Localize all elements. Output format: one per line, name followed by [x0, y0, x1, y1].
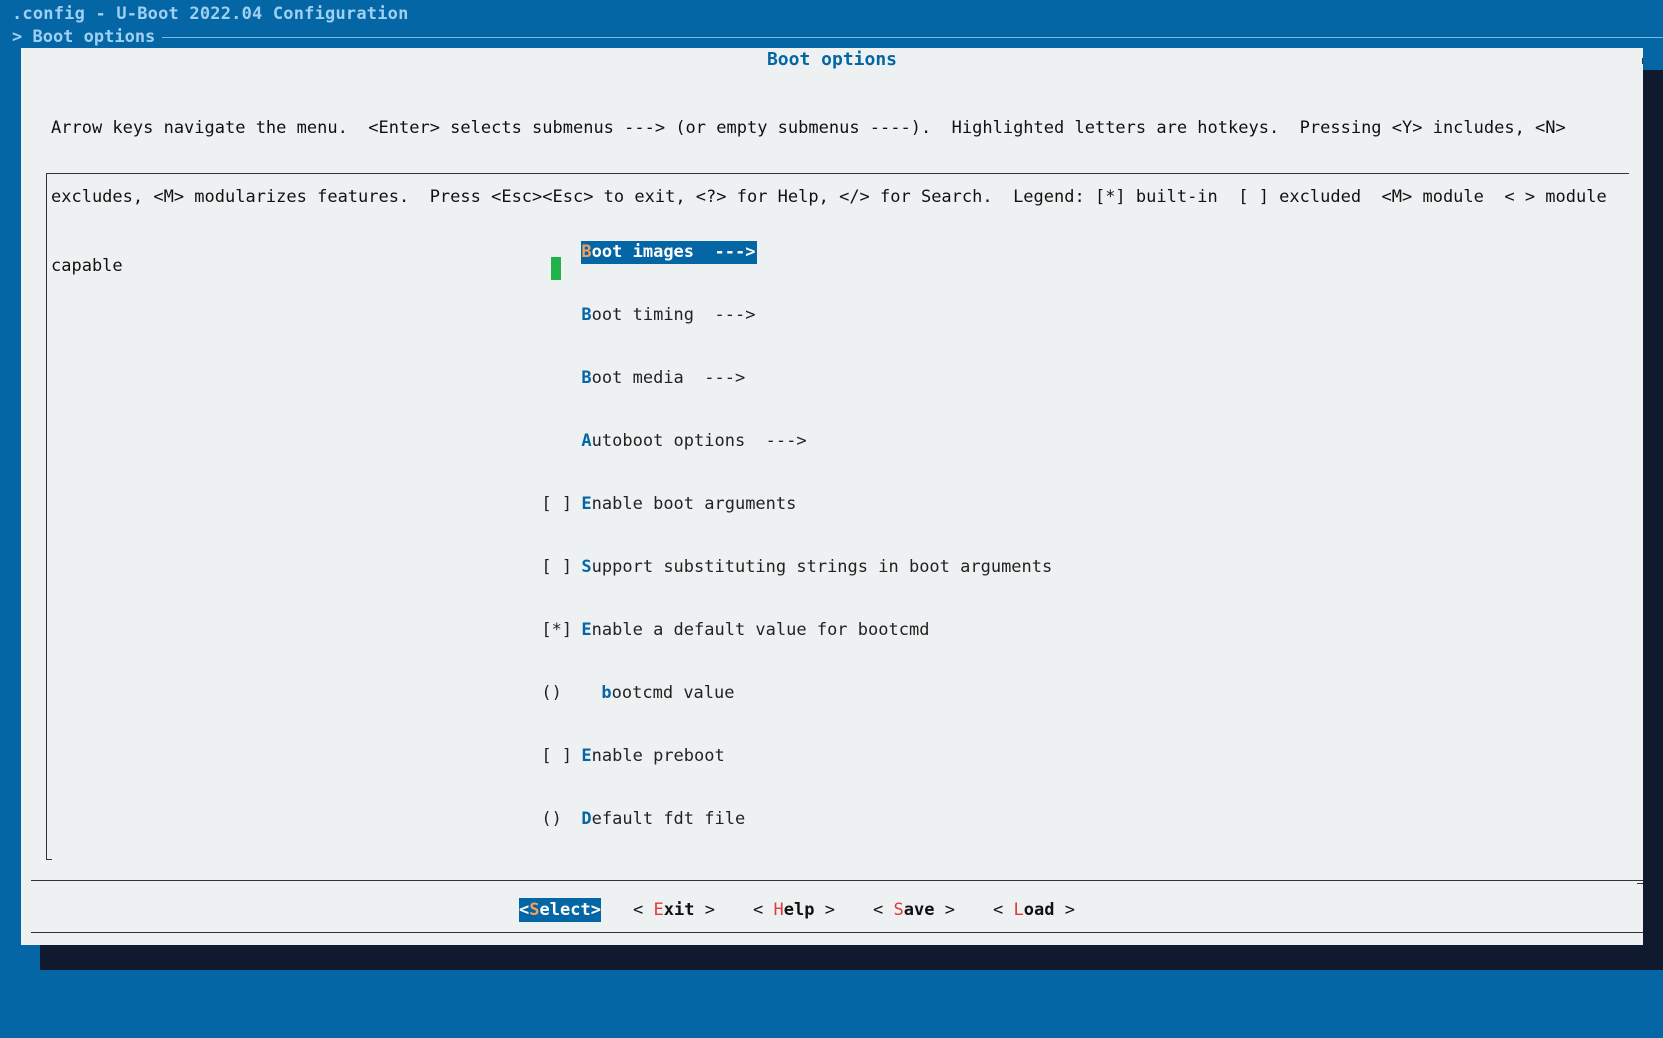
menu-item-hotkey: b — [601, 683, 612, 703]
dialog-bottom-border — [31, 932, 1643, 933]
menu-item-text: efault fdt file — [591, 809, 746, 829]
button-bracket: < — [993, 900, 1014, 920]
menu-box-corner — [1637, 883, 1643, 884]
button-bracket: > — [1054, 900, 1075, 920]
button-bracket: < — [633, 900, 654, 920]
menu-item-hotkey: B — [581, 368, 592, 388]
menu-item-hotkey: E — [581, 494, 592, 514]
menu-item-support-substituting-strings[interactable]: [ ] Support substituting strings in boot … — [480, 533, 1052, 577]
button-hotkey: L — [1013, 900, 1024, 920]
menu-item-text: ootcmd value — [611, 683, 735, 703]
menu-item-enable-boot-arguments[interactable]: [ ] Enable boot arguments — [480, 470, 1052, 514]
button-label: oad — [1023, 900, 1055, 920]
button-hotkey: S — [893, 900, 904, 920]
checkbox-unchecked[interactable]: [ ] — [541, 493, 581, 516]
button-bracket: < — [519, 900, 530, 920]
load-button[interactable]: < Load > — [993, 898, 1075, 922]
button-bracket: > — [934, 900, 955, 920]
menu-item-bootcmd-value[interactable]: () bootcmd value — [480, 659, 1052, 703]
button-bar-separator — [31, 880, 1643, 881]
menu-item-hotkey: A — [581, 431, 592, 451]
dialog-shadow-right — [1643, 70, 1663, 970]
string-value-field[interactable]: () — [541, 682, 581, 705]
menu-box-corner — [46, 859, 52, 860]
menu-item-label: Boot images ---> — [581, 241, 758, 264]
menu-item-boot-media[interactable]: Boot media ---> — [480, 344, 1052, 388]
breadcrumb-rule — [162, 37, 1663, 38]
exit-button[interactable]: < Exit > — [633, 898, 715, 922]
dialog-title: Boot options — [766, 49, 898, 70]
button-label: elect — [539, 900, 591, 920]
menu-item-text: nable boot arguments — [591, 494, 797, 514]
save-button[interactable]: < Save > — [873, 898, 955, 922]
cursor-icon — [551, 257, 562, 280]
menu-item-hotkey: B — [581, 242, 592, 262]
breadcrumb: > Boot options — [12, 27, 156, 47]
button-bracket: > — [694, 900, 715, 920]
checkbox-unchecked[interactable]: [ ] — [541, 556, 581, 579]
menu-item-boot-timing[interactable]: Boot timing ---> — [480, 281, 1052, 325]
menu-item-hotkey: E — [581, 746, 592, 766]
dialog-shadow-bottom — [40, 945, 1663, 970]
menu-item-hotkey: E — [581, 620, 592, 640]
button-label: ave — [903, 900, 935, 920]
menu-item-text: utoboot options ---> — [591, 431, 807, 451]
menu-item-text: upport substituting strings in boot argu… — [591, 557, 1053, 577]
menu-item-hotkey: D — [581, 809, 592, 829]
button-label: elp — [783, 900, 815, 920]
menu-item-text: oot media ---> — [591, 368, 746, 388]
button-bracket: < — [873, 900, 894, 920]
menu-item-text: oot timing ---> — [591, 305, 756, 325]
menu-item-boot-images[interactable]: Boot images ---> — [480, 218, 1052, 280]
string-value-field[interactable]: () — [541, 808, 581, 831]
button-hotkey: H — [773, 900, 784, 920]
menu-item-enable-preboot[interactable]: [ ] Enable preboot — [480, 722, 1052, 766]
menu-item-text: nable a default value for bootcmd — [591, 620, 930, 640]
button-bracket: < — [753, 900, 774, 920]
window-title: .config - U-Boot 2022.04 Configuration — [12, 4, 409, 24]
config-dialog: Boot options Arrow keys navigate the men… — [21, 48, 1643, 945]
button-bracket: > — [814, 900, 835, 920]
checkbox-checked[interactable]: [*] — [541, 619, 581, 642]
menu-item-text: nable preboot — [591, 746, 725, 766]
menu-item-default-fdt-file[interactable]: () Default fdt file — [480, 785, 1052, 829]
menu-item-hotkey: S — [581, 557, 592, 577]
help-button[interactable]: < Help > — [753, 898, 835, 922]
button-bracket: > — [590, 900, 601, 920]
menu-item-hotkey: B — [581, 305, 592, 325]
select-button[interactable]: <Select> — [519, 898, 601, 922]
menu-item-enable-default-bootcmd[interactable]: [*] Enable a default value for bootcmd — [480, 596, 1052, 640]
checkbox-unchecked[interactable]: [ ] — [541, 745, 581, 768]
button-hotkey: S — [529, 900, 540, 920]
help-line: Arrow keys navigate the menu. <Enter> se… — [51, 118, 1566, 138]
button-bar: <Select> < Exit > < Help > < Save > < Lo… — [21, 898, 1643, 922]
menu-list: Boot images ---> Boot timing ---> Boot m… — [480, 178, 1052, 848]
button-hotkey: E — [653, 900, 664, 920]
menu-item-autoboot-options[interactable]: Autoboot options ---> — [480, 407, 1052, 451]
menu-item-text: oot images ---> — [591, 242, 756, 262]
button-label: xit — [663, 900, 695, 920]
